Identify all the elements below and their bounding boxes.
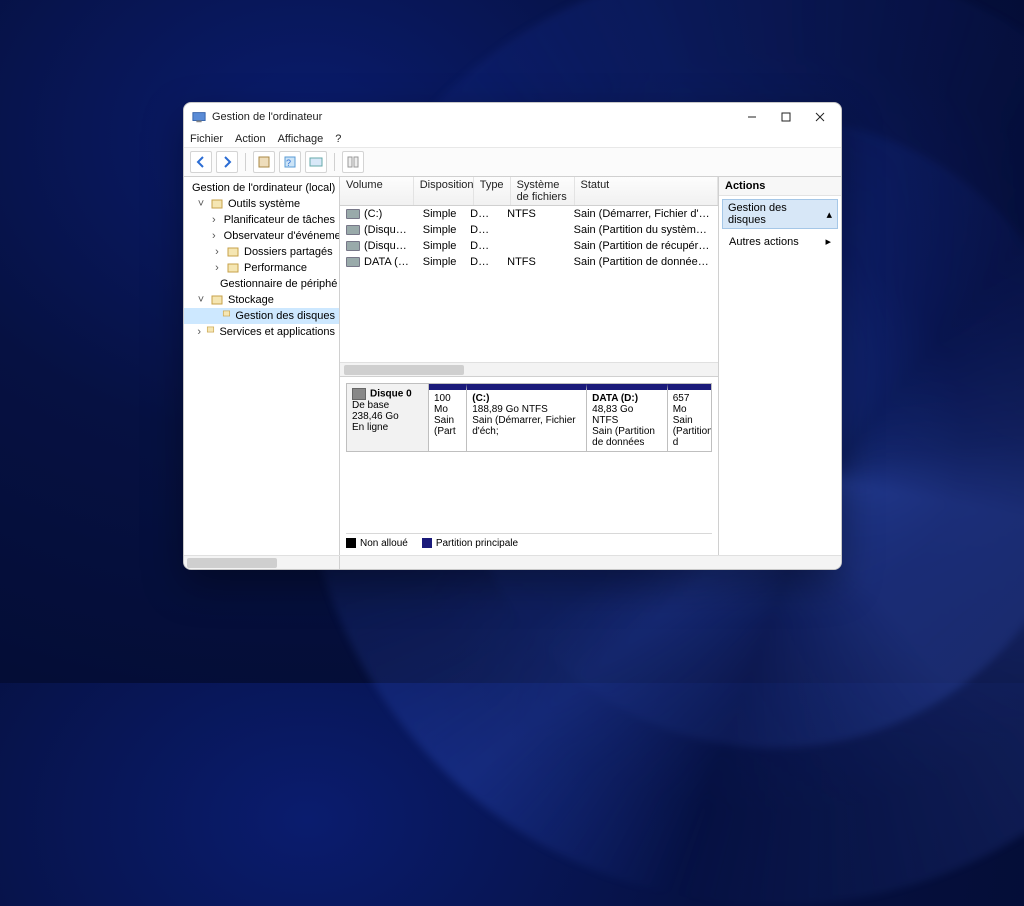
toolbar-button-1[interactable] xyxy=(253,151,275,173)
collapse-icon: ▴ xyxy=(826,208,832,221)
disk-icon xyxy=(352,388,366,400)
volume-list[interactable]: VolumeDispositionTypeSystème de fichiers… xyxy=(340,177,718,377)
partition[interactable]: DATA (D:)48,83 Go NTFSSain (Partition de… xyxy=(587,384,668,451)
volume-list-body[interactable]: (C:)SimpleDe baseNTFSSain (Démarrer, Fic… xyxy=(340,206,718,362)
close-button[interactable] xyxy=(803,104,837,130)
partition[interactable]: 657 MoSain (Partition d xyxy=(668,384,711,451)
toolbar-button-3[interactable] xyxy=(305,151,327,173)
actions-group[interactable]: Gestion des disques ▴ xyxy=(722,199,838,229)
tree-node-1[interactable]: ›Planificateur de tâches xyxy=(184,212,339,228)
volume-list-header[interactable]: VolumeDispositionTypeSystème de fichiers… xyxy=(340,177,718,206)
actions-item-more[interactable]: Autres actions ▸ xyxy=(719,232,841,251)
legend: Non alloué Partition principale xyxy=(346,533,712,549)
tree-node-8[interactable]: ›Services et applications xyxy=(184,324,339,340)
menu-help[interactable]: ? xyxy=(335,133,341,145)
minimize-button[interactable] xyxy=(735,104,769,130)
menubar: Fichier Action Affichage ? xyxy=(184,131,841,148)
volume-row[interactable]: (C:)SimpleDe baseNTFSSain (Démarrer, Fic… xyxy=(340,206,718,222)
titlebar[interactable]: Gestion de l'ordinateur xyxy=(184,103,841,131)
tree-node-icon xyxy=(222,309,231,323)
tree-node-icon xyxy=(206,325,215,339)
actions-header: Actions xyxy=(719,177,841,196)
app-icon xyxy=(192,110,206,124)
column-header[interactable]: Disposition xyxy=(414,177,474,205)
navigation-tree[interactable]: Gestion de l'ordinateur (local) ˅Outils … xyxy=(184,177,340,555)
chevron-right-icon: ▸ xyxy=(825,235,831,248)
toolbar: ? xyxy=(184,148,841,177)
volume-icon xyxy=(346,209,360,219)
tree-node-icon xyxy=(210,197,224,211)
menu-action[interactable]: Action xyxy=(235,133,266,145)
column-header[interactable]: Volume xyxy=(340,177,414,205)
column-header[interactable]: Type xyxy=(474,177,511,205)
maximize-button[interactable] xyxy=(769,104,803,130)
volume-icon xyxy=(346,225,360,235)
tree-node-5[interactable]: Gestionnaire de périphé xyxy=(184,276,339,292)
tree-node-icon xyxy=(226,261,240,275)
tree-node-icon xyxy=(226,245,240,259)
tree-node-6[interactable]: ˅Stockage xyxy=(184,292,339,308)
volume-icon xyxy=(346,241,360,251)
center-pane: VolumeDispositionTypeSystème de fichiers… xyxy=(340,177,719,555)
toolbar-button-2[interactable]: ? xyxy=(279,151,301,173)
toolbar-button-4[interactable] xyxy=(342,151,364,173)
volume-row[interactable]: DATA (D:)SimpleDe baseNTFSSain (Partitio… xyxy=(340,254,718,270)
svg-text:?: ? xyxy=(286,158,291,168)
computer-management-window: Gestion de l'ordinateur Fichier Action A… xyxy=(183,102,842,570)
tree-node-icon xyxy=(210,293,224,307)
volume-icon xyxy=(346,257,360,267)
tree-scrollbar[interactable] xyxy=(184,555,841,569)
partition[interactable]: 100 MoSain (Part xyxy=(429,384,467,451)
menu-view[interactable]: Affichage xyxy=(278,133,324,145)
back-button[interactable] xyxy=(190,151,212,173)
partition[interactable]: (C:)188,89 Go NTFSSain (Démarrer, Fichie… xyxy=(467,384,587,451)
menu-file[interactable]: Fichier xyxy=(190,133,223,145)
tree-node-7[interactable]: Gestion des disques xyxy=(184,308,339,324)
disk-info[interactable]: Disque 0 De base 238,46 Go En ligne xyxy=(347,384,429,451)
tree-node-4[interactable]: ›Performance xyxy=(184,260,339,276)
disk-row[interactable]: Disque 0 De base 238,46 Go En ligne 100 … xyxy=(346,383,712,452)
tree-node-3[interactable]: ›Dossiers partagés xyxy=(184,244,339,260)
horizontal-scrollbar[interactable] xyxy=(340,362,718,376)
actions-pane: Actions Gestion des disques ▴ Autres act… xyxy=(719,177,841,555)
tree-node-2[interactable]: ›Observateur d'événeme xyxy=(184,228,339,244)
column-header[interactable]: Statut xyxy=(575,177,718,205)
window-title: Gestion de l'ordinateur xyxy=(212,111,735,123)
forward-button[interactable] xyxy=(216,151,238,173)
legend-swatch-unallocated xyxy=(346,538,356,548)
volume-row[interactable]: (Disque 0 partition 4)SimpleDe baseSain … xyxy=(340,238,718,254)
volume-row[interactable]: (Disque 0 partition 1)SimpleDe baseSain … xyxy=(340,222,718,238)
tree-root[interactable]: Gestion de l'ordinateur (local) xyxy=(184,180,339,196)
tree-node-0[interactable]: ˅Outils système xyxy=(184,196,339,212)
column-header[interactable]: Système de fichiers xyxy=(511,177,575,205)
disk-graphical-view[interactable]: Disque 0 De base 238,46 Go En ligne 100 … xyxy=(340,377,718,555)
legend-swatch-primary xyxy=(422,538,432,548)
partition-strip: 100 MoSain (Part(C:)188,89 Go NTFSSain (… xyxy=(429,384,711,451)
